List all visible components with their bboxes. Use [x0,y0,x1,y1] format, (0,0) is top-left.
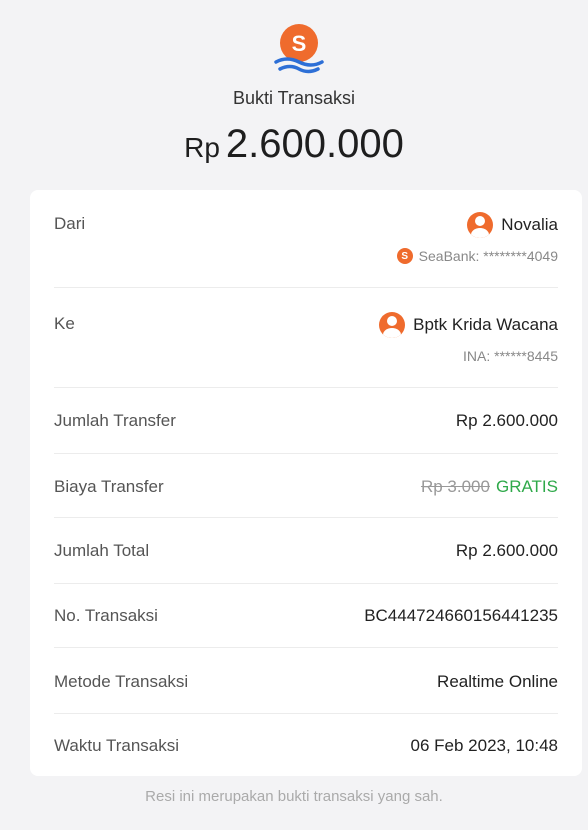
time-label: Waktu Transaksi [54,736,180,755]
sender-avatar-icon [467,212,494,238]
amount-currency: Rp [184,132,220,163]
transfer-fee-label: Biaya Transfer [54,477,164,496]
recipient-account: INA: ******8445 [463,348,558,364]
sender-name: Novalia [501,215,558,234]
receipt-footer-note: Resi ini merupakan bukti transaksi yang … [145,788,443,805]
row-transfer-amount: Jumlah Transfer Rp 2.600.000 [54,388,558,454]
row-transaction-no: No. Transaksi BC444724660156441235 [54,584,558,648]
transaction-no-label: No. Transaksi [54,606,158,625]
transfer-fee-value: Rp 3.000 GRATIS [421,477,558,497]
transfer-amount-label: Jumlah Transfer [54,411,176,430]
method-value: Realtime Online [437,672,558,691]
transfer-amount-value: Rp 2.600.000 [455,411,558,430]
recipient-avatar-icon [379,312,406,338]
method-label: Metode Transaksi [54,672,189,691]
seabank-mini-icon: S [396,248,413,264]
transaction-amount: Rp 2.600.000 [0,122,588,167]
sender-account: S SeaBank: ********4049 [396,248,558,264]
recipient-name: Bptk Krida Wacana [413,315,558,334]
row-total: Jumlah Total Rp 2.600.000 [54,518,558,584]
to-label: Ke [54,314,75,333]
seabank-logo: S [274,24,324,74]
free-fee-badge: GRATIS [495,477,558,496]
row-method: Metode Transaksi Realtime Online [54,648,558,714]
page-title: Bukti Transaksi [232,88,356,108]
total-label: Jumlah Total [54,541,150,560]
to-party: Bptk Krida Wacana [379,312,558,338]
row-to: Ke Bptk Krida Wacana INA: ******8445 [54,288,558,388]
original-fee: Rp 3.000 [420,477,490,496]
recipient-account-number: INA: ******8445 [463,348,558,364]
row-from: Dari Novalia S SeaBank: ********4049 [54,190,558,288]
sender-account-number: SeaBank: ********4049 [418,248,558,264]
transaction-no-value[interactable]: BC444724660156441235 [364,606,558,626]
total-value: Rp 2.600.000 [455,541,558,560]
from-label: Dari [54,214,86,233]
row-time: Waktu Transaksi 06 Feb 2023, 10:48 [54,714,558,776]
svg-text:S: S [292,31,307,56]
transaction-details-card: Dari Novalia S SeaBank: ********4049 Ke … [30,190,582,776]
amount-value: 2.600.000 [225,122,404,166]
row-transfer-fee: Biaya Transfer Rp 3.000 GRATIS [54,454,558,518]
time-value: 06 Feb 2023, 10:48 [410,736,558,755]
from-party: Novalia [467,212,558,238]
